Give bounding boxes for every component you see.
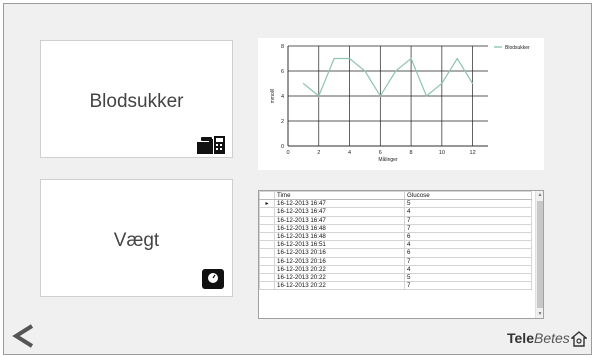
- blood-sugar-label: Blodsukker: [89, 91, 184, 112]
- scale-icon: [202, 269, 224, 289]
- data-point: [456, 57, 458, 60]
- row-header[interactable]: ▸: [259, 199, 275, 209]
- table-row[interactable]: 16-12-2013 20:16 6: [259, 248, 532, 258]
- x-tick-label: 6: [379, 150, 382, 156]
- y-tick-label: 0: [281, 144, 284, 150]
- cell-time[interactable]: 16-12-2013 16:47: [274, 199, 405, 209]
- row-header[interactable]: [259, 231, 275, 242]
- table-row[interactable]: 16-12-2013 16:48 6: [259, 231, 532, 242]
- scroll-down-icon[interactable]: ▼: [536, 310, 543, 318]
- chart-canvas: 0 2 4 6 8 10 12 0 2 4 6 8 Målinger mmol/l Blodsukker: [270, 44, 530, 163]
- cell-glucose[interactable]: 7: [404, 223, 532, 233]
- row-header[interactable]: [259, 256, 275, 266]
- cell-time[interactable]: 16-12-2013 20:16: [274, 256, 405, 266]
- cell-time[interactable]: 16-12-2013 20:22: [274, 272, 405, 283]
- data-point: [379, 95, 381, 97]
- weight-tile[interactable]: Vægt: [40, 179, 233, 297]
- data-point: [364, 70, 366, 72]
- scrollbar-thumb[interactable]: [537, 201, 543, 308]
- x-tick-label: 8: [410, 150, 413, 156]
- cell-glucose[interactable]: 7: [404, 281, 532, 291]
- cell-time[interactable]: 16-12-2013 20:16: [274, 248, 405, 258]
- table-row[interactable]: 16-12-2013 16:51 4: [259, 240, 532, 250]
- row-header[interactable]: [259, 248, 275, 258]
- cell-glucose[interactable]: 4: [404, 264, 532, 274]
- data-point: [318, 95, 320, 97]
- legend-label: Blodsukker: [505, 45, 530, 51]
- cell-time[interactable]: 16-12-2013 16:47: [274, 207, 405, 217]
- cell-glucose[interactable]: 7: [404, 215, 532, 225]
- house-icon: [571, 331, 587, 347]
- data-point: [472, 82, 474, 85]
- x-tick-label: 4: [348, 150, 351, 156]
- cell-time[interactable]: 16-12-2013 20:22: [274, 281, 405, 291]
- table-row[interactable]: 16-12-2013 20:22 5: [259, 272, 532, 283]
- y-tick-label: 8: [281, 44, 284, 50]
- cell-glucose[interactable]: 6: [404, 248, 532, 258]
- weight-label: Vægt: [113, 230, 160, 251]
- x-axis-label: Målinger: [378, 156, 398, 163]
- y-tick-label: 2: [281, 119, 284, 125]
- cell-time[interactable]: 16-12-2013 20:22: [274, 264, 405, 274]
- data-point: [395, 70, 397, 72]
- data-point: [441, 82, 443, 85]
- table-row[interactable]: 16-12-2013 20:22 4: [259, 264, 532, 274]
- data-point: [348, 57, 351, 60]
- y-tick-label: 4: [281, 94, 284, 100]
- cell-time[interactable]: 16-12-2013 16:51: [274, 240, 405, 250]
- cell-glucose[interactable]: 5: [404, 199, 532, 209]
- x-tick-label: 0: [286, 150, 289, 156]
- data-point: [410, 57, 412, 60]
- table-row[interactable]: 16-12-2013 16:48 7: [259, 223, 532, 233]
- row-header[interactable]: [259, 223, 275, 233]
- row-header[interactable]: [259, 207, 275, 217]
- row-header-corner: [259, 191, 275, 201]
- brand-logo: TeleBetes: [507, 330, 570, 346]
- glucose-meter-icon: [197, 136, 225, 154]
- data-point: [302, 82, 304, 85]
- cell-time[interactable]: 16-12-2013 16:48: [274, 223, 405, 233]
- cell-glucose[interactable]: 7: [404, 256, 532, 266]
- table-scrollbar[interactable]: ▲ ▼: [535, 191, 543, 318]
- blood-sugar-tile[interactable]: Blodsukker: [40, 40, 233, 158]
- table-row[interactable]: 16-12-2013 20:16 7: [259, 256, 532, 266]
- data-grid: Time Glucose ▸ 16-12-2013 16:47 5 16-12-201…: [259, 191, 532, 291]
- table-header-row: Time Glucose: [259, 191, 532, 201]
- cell-time[interactable]: 16-12-2013 16:48: [274, 231, 405, 242]
- series-line: [303, 57, 474, 98]
- table-row[interactable]: ▸ 16-12-2013 16:47 5: [259, 199, 532, 209]
- table-row[interactable]: 16-12-2013 16:47 7: [259, 215, 532, 225]
- row-header[interactable]: [259, 215, 275, 225]
- y-tick-label: 6: [281, 69, 284, 75]
- y-axis-label: mmol/l: [270, 89, 276, 104]
- x-tick-label: 2: [317, 150, 320, 156]
- cell-glucose[interactable]: 4: [404, 207, 532, 217]
- column-header-time[interactable]: Time: [274, 191, 405, 201]
- row-header[interactable]: [259, 264, 275, 274]
- data-point: [333, 57, 335, 60]
- scroll-up-icon[interactable]: ▲: [536, 191, 543, 199]
- cell-time[interactable]: 16-12-2013 16:47: [274, 215, 405, 225]
- brand-text-betes: Betes: [533, 330, 570, 346]
- column-header-glucose[interactable]: Glucose: [404, 191, 532, 201]
- cell-glucose[interactable]: 6: [404, 231, 532, 242]
- cell-glucose[interactable]: 5: [404, 272, 532, 283]
- chevron-left-icon: [12, 324, 34, 348]
- table-row[interactable]: 16-12-2013 16:47 4: [259, 207, 532, 217]
- table-row[interactable]: 16-12-2013 20:22 7: [259, 281, 532, 291]
- cell-glucose[interactable]: 4: [404, 240, 532, 250]
- row-header[interactable]: [259, 240, 275, 250]
- blood-sugar-chart: 0 2 4 6 8 10 12 0 2 4 6 8 Målinger mmol/l Blodsukker: [258, 38, 544, 170]
- back-button[interactable]: [10, 322, 38, 350]
- x-tick-label: 12: [470, 150, 476, 156]
- data-point: [425, 95, 428, 97]
- brand-text-tele: Tele: [507, 330, 534, 346]
- row-header[interactable]: [259, 272, 275, 283]
- measurements-table[interactable]: Time Glucose ▸ 16-12-2013 16:47 5 16-12-201…: [258, 190, 544, 319]
- row-header[interactable]: [259, 281, 275, 291]
- x-tick-label: 10: [439, 150, 445, 156]
